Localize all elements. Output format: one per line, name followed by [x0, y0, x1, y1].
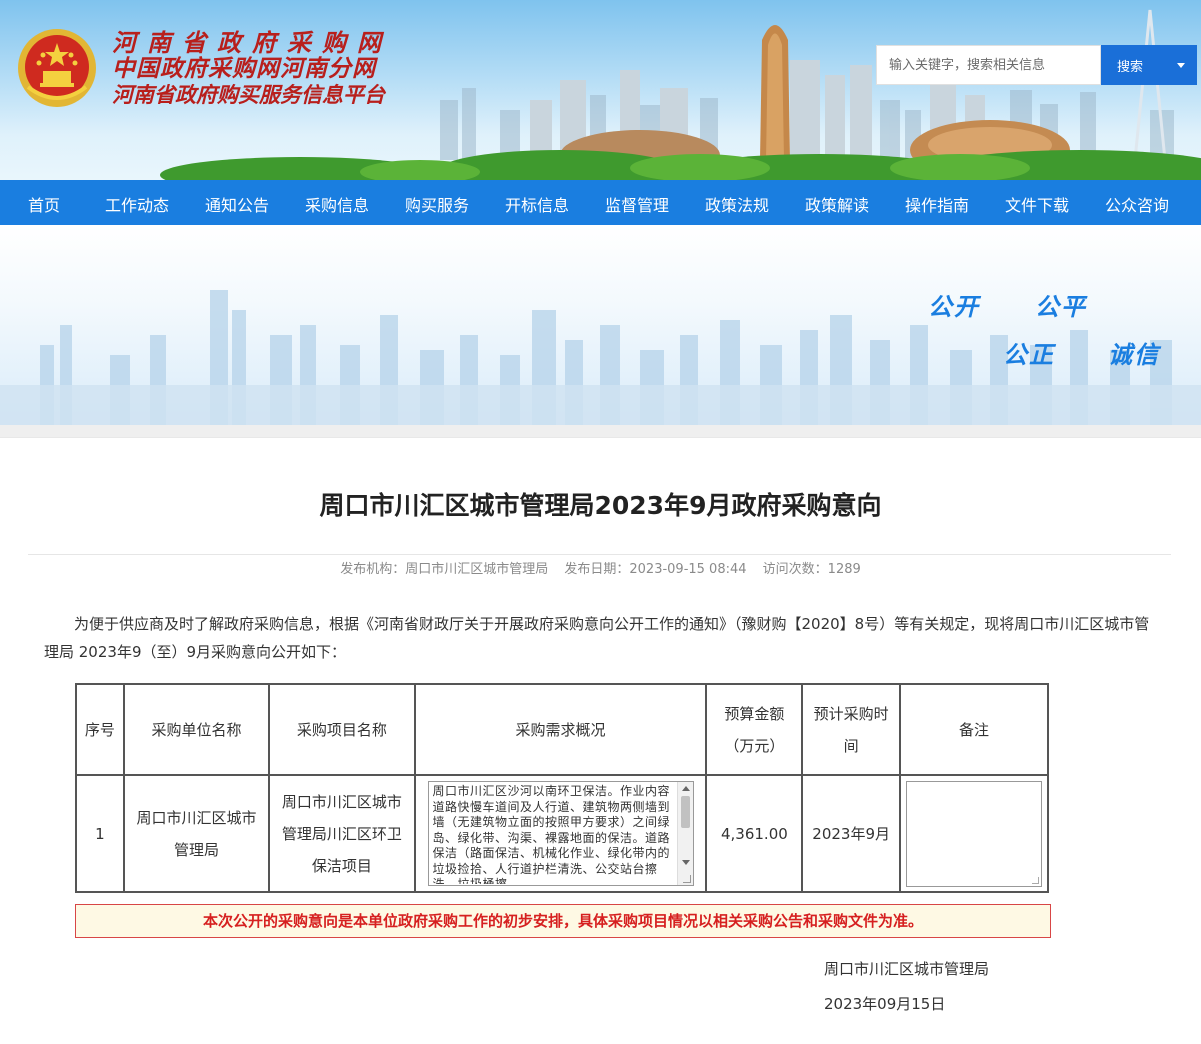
disclaimer-notice: 本次公开的采购意向是本单位政府采购工作的初步安排，具体采购项目情况以相关采购公告… [75, 904, 1051, 938]
col-header-budget: 预算金额（万元） [705, 683, 804, 776]
col-header-summary: 采购需求概况 [413, 683, 708, 776]
banner: 公开 公平 公正 诚信 [0, 225, 1201, 425]
search-button[interactable]: 搜索 [1101, 45, 1197, 85]
cell-summary: 周口市川汇区沙河以南环卫保洁。作业内容道路快慢车道间及人行道、建筑物两侧墙到墙（… [413, 774, 708, 893]
site-title: 河南省政府采购网 中国政府采购网河南分网 河南省政府购买服务信息平台 [112, 30, 392, 108]
nav-item-policy-interpretation[interactable]: 政策解读 [805, 192, 869, 216]
slogan-fair: 公平 [1035, 292, 1087, 321]
resize-grip-icon[interactable] [1032, 876, 1039, 884]
nav-item-home[interactable]: 首页 [28, 192, 60, 216]
nav-item-supervision[interactable]: 监督管理 [605, 192, 669, 216]
cell-time: 2023年9月 [801, 774, 901, 893]
col-header-remark: 备注 [899, 683, 1049, 776]
slogan-open: 公开 [928, 292, 980, 321]
cell-unit: 周口市川汇区城市管理局 [122, 774, 271, 893]
nav-item-procurement-info[interactable]: 采购信息 [305, 192, 369, 216]
nav-item-public-consult[interactable]: 公众咨询 [1105, 192, 1169, 216]
article-container: 周口市川汇区城市管理局2023年9月政府采购意向 发布机构：周口市川汇区城市管理… [0, 437, 1201, 1044]
summary-scrollbar[interactable] [676, 782, 693, 885]
search-button-label: 搜索 [1117, 59, 1144, 75]
nav-item-notices[interactable]: 通知公告 [205, 192, 269, 216]
cell-project: 周口市川汇区城市管理局川汇区环卫保洁项目 [268, 774, 416, 893]
main-nav: 首页 工作动态 通知公告 采购信息 购买服务 开标信息 监督管理 政策法规 政策… [0, 180, 1201, 225]
search-box [876, 45, 1101, 85]
title-divider [28, 554, 1171, 555]
scroll-up-icon[interactable] [681, 786, 690, 791]
cell-remark [899, 774, 1049, 893]
remark-textarea[interactable] [906, 780, 1042, 887]
nav-item-bid-opening[interactable]: 开标信息 [505, 192, 569, 216]
chevron-down-icon [1177, 63, 1185, 68]
summary-text: 周口市川汇区沙河以南环卫保洁。作业内容道路快慢车道间及人行道、建筑物两侧墙到墙（… [432, 784, 671, 884]
nav-item-work-news[interactable]: 工作动态 [105, 192, 169, 216]
scroll-down-icon[interactable] [681, 860, 690, 865]
signature-org: 周口市川汇区城市管理局 [824, 960, 990, 978]
article-intro: 为便于供应商及时了解政府采购信息，根据《河南省财政厅关于开展政府采购意向公开工作… [44, 615, 1150, 661]
national-emblem-icon [18, 29, 96, 107]
search-input[interactable] [877, 46, 1100, 84]
summary-textarea[interactable]: 周口市川汇区沙河以南环卫保洁。作业内容道路快慢车道间及人行道、建筑物两侧墙到墙（… [427, 781, 694, 886]
table-row: 1 周口市川汇区城市管理局 周口市川汇区城市管理局川汇区环卫保洁项目 周口市川汇… [75, 774, 1049, 893]
article-meta: 发布机构：周口市川汇区城市管理局 发布日期：2023-09-15 08:44 访… [0, 558, 1201, 577]
procurement-table: 序号 采购单位名称 采购项目名称 采购需求概况 预算金额（万元） 预计采购时间 … [75, 683, 1049, 893]
site-title-line-1: 河南省政府采购网 [112, 28, 392, 57]
cell-budget: 4,361.00 [705, 774, 804, 893]
meta-publisher: 发布机构：周口市川汇区城市管理局 [340, 562, 549, 577]
nav-item-policies[interactable]: 政策法规 [705, 192, 769, 216]
nav-item-downloads[interactable]: 文件下载 [1005, 192, 1069, 216]
meta-date: 发布日期：2023-09-15 08:44 [564, 562, 747, 577]
table-header-row: 序号 采购单位名称 采购项目名称 采购需求概况 预算金额（万元） 预计采购时间 … [75, 683, 1049, 776]
banner-skyline-image [0, 290, 1201, 425]
nav-item-guides[interactable]: 操作指南 [905, 192, 969, 216]
col-header-index: 序号 [75, 683, 125, 776]
cell-index: 1 [75, 774, 125, 893]
site-title-line-2: 中国政府采购网河南分网 [112, 55, 376, 82]
col-header-project: 采购项目名称 [268, 683, 416, 776]
scroll-thumb[interactable] [680, 796, 690, 828]
nav-item-purchase-services[interactable]: 购买服务 [405, 192, 469, 216]
meta-visits: 访问次数：1289 [762, 562, 861, 577]
col-header-unit: 采购单位名称 [122, 683, 271, 776]
signature-date: 2023年09月15日 [824, 995, 946, 1013]
slogan-integrity: 诚信 [1108, 340, 1160, 369]
resize-grip-icon[interactable] [682, 875, 691, 883]
site-title-line-3: 河南省政府购买服务信息平台 [112, 82, 385, 107]
site-header: 河南省政府采购网 中国政府采购网河南分网 河南省政府购买服务信息平台 搜索 [0, 0, 1201, 180]
article-title: 周口市川汇区城市管理局2023年9月政府采购意向 [319, 491, 882, 520]
slogan-just: 公正 [1003, 340, 1055, 369]
col-header-time: 预计采购时间 [801, 683, 901, 776]
